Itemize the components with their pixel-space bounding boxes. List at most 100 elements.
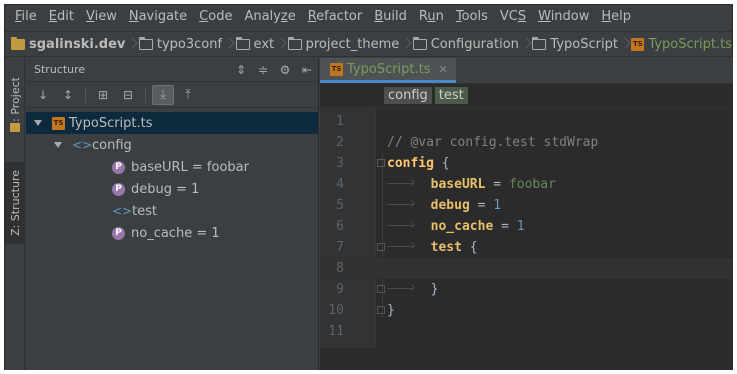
line-number: 6 bbox=[336, 219, 344, 234]
nav-crumb-project-theme[interactable]: project_theme bbox=[287, 36, 400, 52]
toolbar-divider bbox=[85, 86, 86, 103]
structure-panel: Structure ⇕ ≑ ⚙ ⇤ ↓ ↕ ⊞ ⊟ ⤓ ⤒ TS TypoScr… bbox=[26, 58, 319, 370]
structure-tree: TS TypoScript.ts <> config P baseURL = f… bbox=[26, 108, 318, 244]
structure-toolbar: ↓ ↕ ⊞ ⊟ ⤓ ⤒ bbox=[26, 82, 318, 108]
expand-icon[interactable]: ⊞ bbox=[92, 85, 114, 105]
tab-indent-icon bbox=[387, 199, 415, 209]
hide-panel-icon[interactable]: ⇤ bbox=[299, 62, 315, 78]
code-line: 1 bbox=[320, 111, 733, 132]
menu-view[interactable]: View bbox=[80, 5, 123, 29]
code-brace: } bbox=[387, 303, 395, 318]
nav-crumb-label: sgalinski.dev bbox=[29, 36, 126, 52]
fold-marker-icon[interactable] bbox=[377, 285, 385, 293]
code-line: 9 } bbox=[320, 279, 733, 300]
nav-crumb-label: ext bbox=[253, 36, 275, 52]
menu-tools[interactable]: Tools bbox=[450, 5, 494, 29]
fold-marker-icon[interactable] bbox=[377, 159, 385, 167]
code-line: 6 no_cache = 1 bbox=[320, 216, 733, 237]
editor-panel: TS TypoScript.ts ✕ config test 1 2 // @v… bbox=[320, 58, 733, 370]
menu-run[interactable]: Run bbox=[413, 5, 450, 29]
code-key: baseURL bbox=[430, 177, 486, 192]
nav-crumb-label: project_theme bbox=[305, 36, 400, 52]
code-operator: = bbox=[493, 219, 517, 234]
code-key: test bbox=[430, 240, 462, 255]
code-brace: { bbox=[461, 240, 478, 255]
tree-node-property[interactable]: P debug = 1 bbox=[26, 178, 318, 200]
menu-help[interactable]: Help bbox=[595, 5, 637, 29]
tree-node-property[interactable]: P no_cache = 1 bbox=[26, 222, 318, 244]
menu-build[interactable]: Build bbox=[368, 5, 413, 29]
line-number: 10 bbox=[328, 303, 344, 318]
tree-node-label: no_cache = 1 bbox=[131, 225, 220, 241]
chevron-right-icon bbox=[402, 37, 410, 51]
tab-indent-icon bbox=[387, 283, 415, 293]
navigation-bar: sgalinski.dev typo3conf ext project_them… bbox=[5, 31, 732, 57]
nav-crumb-label: TypoScript.ts bbox=[648, 36, 732, 52]
sort-by-type-icon[interactable]: ↕ bbox=[57, 85, 79, 105]
expand-arrow-icon[interactable] bbox=[54, 142, 62, 148]
tree-node-label: baseURL = foobar bbox=[131, 159, 249, 175]
expand-all-icon[interactable]: ⇕ bbox=[233, 62, 249, 78]
expand-arrow-icon[interactable] bbox=[34, 120, 42, 126]
line-number: 1 bbox=[336, 114, 344, 129]
code-brace: { bbox=[433, 156, 450, 171]
nav-crumb-ext[interactable]: ext bbox=[235, 36, 275, 52]
collapse-all-icon[interactable]: ≑ bbox=[255, 62, 271, 78]
nav-crumb-typoscript[interactable]: TypoScript bbox=[532, 36, 618, 52]
fold-marker-icon[interactable] bbox=[377, 243, 385, 251]
line-number: 7 bbox=[336, 240, 344, 255]
nav-crumb-label: TypoScript bbox=[550, 36, 618, 52]
menu-analyze[interactable]: Analyze bbox=[238, 5, 301, 29]
project-folder-icon bbox=[11, 36, 25, 50]
menu-window[interactable]: Window bbox=[532, 5, 595, 29]
tool-window-strip: 1: Project Z: Structure bbox=[5, 58, 25, 370]
code-key: debug bbox=[430, 198, 470, 213]
code-operator: = bbox=[485, 177, 509, 192]
property-icon: P bbox=[112, 160, 125, 174]
tree-node-property[interactable]: P baseURL = foobar bbox=[26, 156, 318, 178]
menu-edit[interactable]: Edit bbox=[43, 5, 80, 29]
nav-crumb-typo3conf[interactable]: typo3conf bbox=[138, 36, 223, 52]
line-number: 5 bbox=[336, 198, 344, 213]
code-value: 1 bbox=[516, 219, 525, 234]
editor-tab-typoscript[interactable]: TS TypoScript.ts ✕ bbox=[320, 58, 456, 83]
line-number: 3 bbox=[336, 156, 344, 171]
code-line: 5 debug = 1 bbox=[320, 195, 733, 216]
code-block-icon: <> bbox=[112, 204, 133, 218]
tree-node-file[interactable]: TS TypoScript.ts bbox=[26, 112, 318, 134]
nav-crumb-file[interactable]: TS TypoScript.ts bbox=[631, 37, 732, 52]
tree-node-config[interactable]: <> config bbox=[26, 134, 318, 156]
toolbar-divider bbox=[145, 86, 146, 103]
menu-bar: File Edit View Navigate Code Analyze Ref… bbox=[5, 5, 732, 29]
gear-icon[interactable]: ⚙ bbox=[277, 62, 293, 78]
code-line-current: 8 bbox=[320, 258, 733, 279]
tree-node-label: TypoScript.ts bbox=[69, 115, 153, 131]
menu-refactor[interactable]: Refactor bbox=[302, 5, 369, 29]
code-line: 2 // @var config.test stdWrap bbox=[320, 132, 733, 153]
editor-crumb-test[interactable]: test bbox=[434, 87, 468, 104]
autoscroll-to-source-icon[interactable]: ⤓ bbox=[152, 84, 174, 105]
fold-marker-icon[interactable] bbox=[377, 306, 385, 314]
code-line: 7 test { bbox=[320, 237, 733, 258]
nav-crumb-project[interactable]: sgalinski.dev bbox=[11, 36, 126, 52]
menu-navigate[interactable]: Navigate bbox=[123, 5, 193, 29]
nav-crumb-label: typo3conf bbox=[156, 36, 223, 52]
collapse-icon[interactable]: ⊟ bbox=[117, 85, 139, 105]
chevron-right-icon bbox=[128, 37, 136, 51]
tree-node-block[interactable]: <> test bbox=[26, 200, 318, 222]
code-operator: = bbox=[469, 198, 494, 213]
sort-alpha-icon[interactable]: ↓ bbox=[32, 85, 54, 105]
autoscroll-from-source-icon[interactable]: ⤒ bbox=[177, 85, 199, 105]
code-editor[interactable]: 1 2 // @var config.test stdWrap 3 config… bbox=[320, 108, 733, 348]
line-number: 11 bbox=[328, 324, 344, 339]
folder-icon bbox=[235, 36, 250, 50]
close-icon[interactable]: ✕ bbox=[439, 63, 448, 76]
panel-title: Structure bbox=[34, 63, 86, 76]
menu-file[interactable]: File bbox=[9, 5, 43, 29]
tool-tab-structure[interactable]: Z: Structure bbox=[5, 162, 25, 244]
editor-crumb-config[interactable]: config bbox=[384, 87, 432, 104]
nav-crumb-configuration[interactable]: Configuration bbox=[412, 36, 519, 52]
menu-vcs[interactable]: VCS bbox=[494, 5, 532, 29]
ide-window: File Edit View Navigate Code Analyze Ref… bbox=[4, 4, 733, 370]
menu-code[interactable]: Code bbox=[193, 5, 238, 29]
